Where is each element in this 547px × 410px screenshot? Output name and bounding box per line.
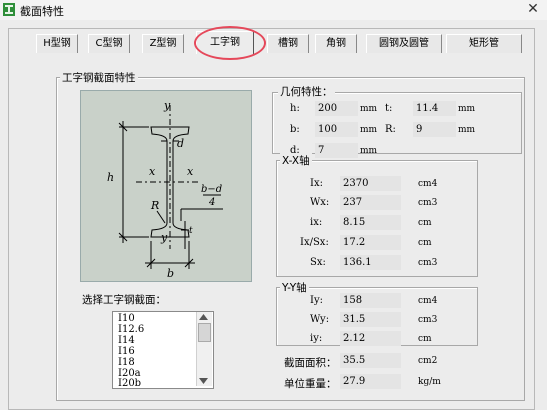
scroll-down-icon[interactable] (199, 378, 208, 384)
diagram-label-r: R (150, 199, 159, 212)
highlight-circle (194, 26, 266, 60)
t-label: t: (385, 103, 393, 114)
wy-unit: cm3 (418, 315, 438, 325)
ibeam-diagram: y d h x x b−d 4 R t y b (80, 90, 252, 282)
h-label: h: (290, 103, 300, 114)
h-unit: mm (360, 104, 378, 114)
list-item[interactable]: I20b (118, 378, 141, 389)
iy-radius-label: iy: (310, 333, 323, 344)
iy-label: Iy: (310, 295, 323, 306)
yy-axis-title: Y-Y轴 (280, 280, 309, 295)
scroll-up-icon[interactable] (199, 314, 208, 320)
r-label: R: (385, 124, 396, 135)
ix-radius-label: ix: (310, 217, 323, 228)
diagram-label-h: h (107, 171, 114, 184)
area-unit: cm2 (418, 356, 438, 366)
window-title: 截面特性 (20, 5, 64, 18)
tab-h-steel[interactable]: H型钢 (36, 34, 78, 53)
ix-sx-unit: cm (418, 238, 432, 248)
ix-unit: cm4 (418, 179, 438, 189)
r-unit: mm (458, 125, 476, 135)
iy-unit: cm4 (418, 296, 438, 306)
tab-round-pipe[interactable]: 圆钢及圆管 (366, 34, 442, 53)
ibeam-drawing: y d h x x b−d 4 R t y b (107, 99, 223, 280)
list-item[interactable]: I14 (118, 335, 135, 346)
h-value[interactable]: 200 (315, 101, 358, 116)
tab-channel[interactable]: 槽钢 (267, 34, 309, 53)
diagram-label-x-left: x (149, 165, 156, 178)
sx-value[interactable]: 136.1 (340, 255, 401, 270)
scrollbar-thumb[interactable] (198, 323, 211, 342)
diagram-label-x-right: x (187, 165, 194, 178)
iy-value[interactable]: 158 (340, 293, 401, 308)
b-label: b: (290, 124, 300, 135)
ix-label: Ix: (310, 178, 323, 189)
weight-unit: kg/m (418, 377, 441, 387)
ix-sx-label: Ix/Sx: (300, 237, 329, 248)
area-label: 截面面积： (284, 357, 337, 369)
d-unit: mm (360, 146, 378, 156)
xx-axis-title: X-X轴 (280, 153, 312, 168)
diagram-label-y-top: y (163, 99, 171, 112)
diagram-label-t: t (189, 226, 193, 236)
wx-value[interactable]: 237 (340, 195, 401, 210)
area-value[interactable]: 35.5 (340, 353, 401, 368)
wy-label: Wy: (310, 314, 330, 325)
wy-value[interactable]: 31.5 (340, 312, 401, 327)
ix-radius-unit: cm (418, 218, 432, 228)
select-section-label: 选择工字钢截面： (82, 294, 166, 306)
b-value[interactable]: 100 (315, 122, 358, 137)
ix-value[interactable]: 2370 (340, 176, 401, 191)
list-item[interactable]: I10 (118, 313, 135, 324)
sx-unit: cm3 (418, 258, 438, 268)
t-unit: mm (458, 104, 476, 114)
section-group-title: 工字钢截面特性 (60, 70, 138, 85)
t-value[interactable]: 11.4 (413, 101, 456, 116)
iy-radius-unit: cm (418, 334, 432, 344)
ix-sx-value[interactable]: 17.2 (340, 235, 401, 250)
b-unit: mm (360, 125, 378, 135)
list-item[interactable]: I12.6 (118, 324, 144, 335)
diagram-label-b: b (167, 267, 174, 280)
sx-label: Sx: (310, 257, 326, 268)
weight-label: 单位重量： (284, 378, 337, 390)
tab-c-steel[interactable]: C型钢 (88, 34, 130, 53)
title-bar (0, 0, 547, 20)
diagram-label-d: d (177, 137, 184, 150)
ix-radius-value[interactable]: 8.15 (340, 215, 401, 230)
geometry-group (272, 92, 522, 154)
tab-angle[interactable]: 角钢 (315, 34, 357, 53)
d-value[interactable]: 7 (315, 143, 358, 158)
app-icon (3, 3, 15, 16)
diagram-label-four: 4 (208, 197, 215, 208)
list-item[interactable]: I18 (118, 357, 135, 368)
weight-value[interactable]: 27.9 (340, 374, 401, 389)
tab-rect-tube[interactable]: 矩形管 (446, 34, 522, 53)
diagram-label-y-bottom: y (160, 231, 168, 244)
iy-radius-value[interactable]: 2.12 (340, 331, 401, 346)
wx-unit: cm3 (418, 198, 438, 208)
tab-z-steel[interactable]: Z型钢 (142, 34, 184, 53)
close-icon[interactable]: ✕ (519, 0, 547, 20)
diagram-label-b-minus-d: b−d (201, 184, 222, 195)
list-item[interactable]: I16 (118, 346, 135, 357)
geometry-group-title: 几何特性： (278, 84, 335, 99)
r-value[interactable]: 9 (413, 122, 456, 137)
wx-label: Wx: (310, 197, 330, 208)
